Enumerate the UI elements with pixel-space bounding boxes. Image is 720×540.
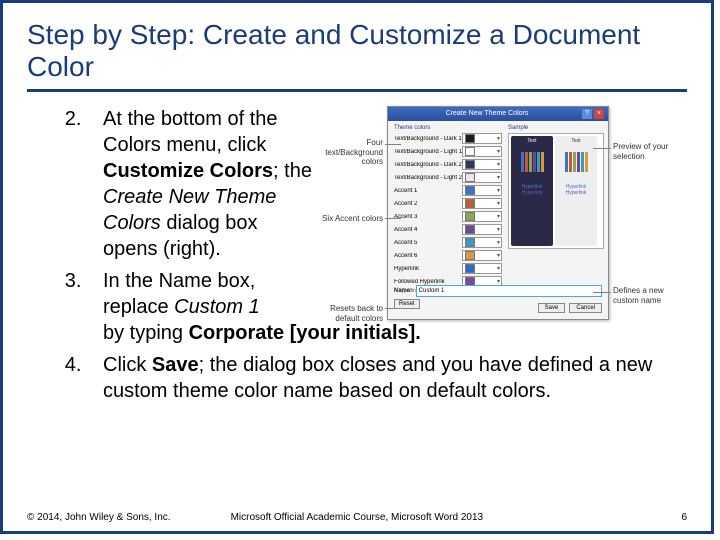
callout-four-text-bg: Four text/Background colors [307, 138, 383, 166]
save-button: Save [538, 303, 566, 313]
slide-frame: Step by Step: Create and Customize a Doc… [0, 0, 714, 534]
dialog-titlebar: Create New Theme Colors ? × [388, 107, 608, 121]
callout-six-accent: Six Accent colors [307, 214, 383, 223]
color-dropdown: ▾ [462, 250, 502, 261]
name-input: Custom 1 [416, 285, 602, 297]
color-dropdown: ▾ [462, 198, 502, 209]
content-area: At the bottom of the Colors menu, click … [27, 106, 687, 404]
color-row: Text/Background - Dark 1▾ [394, 133, 502, 144]
color-row: Accent 3▾ [394, 211, 502, 222]
color-dropdown: ▾ [462, 133, 502, 144]
name-label: Name: [394, 288, 412, 294]
color-dropdown: ▾ [462, 224, 502, 235]
callout-preview: Preview of your selection [613, 142, 689, 160]
sample-preview: Text HyperlinkHyperlink Text HyperlinkHy… [508, 133, 604, 249]
color-row: Hyperlink▾ [394, 263, 502, 274]
color-row: Text/Background - Light 2▾ [394, 172, 502, 183]
color-row: Text/Background - Light 1▾ [394, 146, 502, 157]
title-rule [27, 89, 687, 92]
chevron-down-icon: ▾ [497, 265, 501, 272]
chevron-down-icon: ▾ [497, 200, 501, 207]
color-row: Accent 6▾ [394, 250, 502, 261]
dialog-title-text: Create New Theme Colors [392, 107, 582, 121]
chevron-down-icon: ▾ [497, 174, 501, 181]
dialog-create-new-theme-colors: Create New Theme Colors ? × Theme colors… [387, 106, 609, 320]
color-dropdown: ▾ [462, 211, 502, 222]
slide-title: Step by Step: Create and Customize a Doc… [27, 19, 687, 83]
footer: © 2014, John Wiley & Sons, Inc. Microsof… [3, 512, 711, 523]
name-row: Name: Custom 1 [388, 283, 608, 299]
sample-dark-pane: Text HyperlinkHyperlink [511, 136, 553, 246]
color-dropdown: ▾ [462, 263, 502, 274]
sample-light-pane: Text HyperlinkHyperlink [555, 136, 597, 246]
callout-defines: Defines a new custom name [613, 286, 689, 304]
color-rows: Text/Background - Dark 1▾ Text/Background… [394, 133, 502, 287]
slide-number: 6 [681, 512, 687, 523]
chevron-down-icon: ▾ [497, 278, 501, 285]
color-row: Text/Background - Dark 2▾ [394, 159, 502, 170]
cancel-button: Cancel [569, 303, 602, 313]
color-dropdown: ▾ [462, 185, 502, 196]
sample-label: Sample [508, 125, 604, 131]
color-row: Accent 4▾ [394, 224, 502, 235]
theme-colors-label: Theme colors [394, 125, 502, 131]
color-dropdown: ▾ [462, 172, 502, 183]
help-icon: ? [582, 109, 592, 119]
color-dropdown: ▾ [462, 146, 502, 157]
callout-resets: Resets back to default colors [307, 304, 383, 322]
footer-course: Microsoft Official Academic Course, Micr… [231, 512, 484, 523]
figure: Create New Theme Colors ? × Theme colors… [325, 106, 685, 336]
step-4: Click Save; the dialog box closes and yo… [87, 352, 687, 404]
chevron-down-icon: ▾ [497, 252, 501, 259]
color-dropdown: ▾ [462, 237, 502, 248]
reset-button: Reset [394, 299, 420, 309]
color-row: Accent 1▾ [394, 185, 502, 196]
chevron-down-icon: ▾ [497, 187, 501, 194]
color-dropdown: ▾ [462, 159, 502, 170]
chevron-down-icon: ▾ [497, 239, 501, 246]
color-row: Accent 2▾ [394, 198, 502, 209]
chevron-down-icon: ▾ [497, 226, 501, 233]
color-row: Accent 5▾ [394, 237, 502, 248]
chevron-down-icon: ▾ [497, 148, 501, 155]
chevron-down-icon: ▾ [497, 213, 501, 220]
chevron-down-icon: ▾ [497, 135, 501, 142]
close-icon: × [594, 109, 604, 119]
chevron-down-icon: ▾ [497, 161, 501, 168]
footer-copyright: © 2014, John Wiley & Sons, Inc. [27, 512, 171, 523]
